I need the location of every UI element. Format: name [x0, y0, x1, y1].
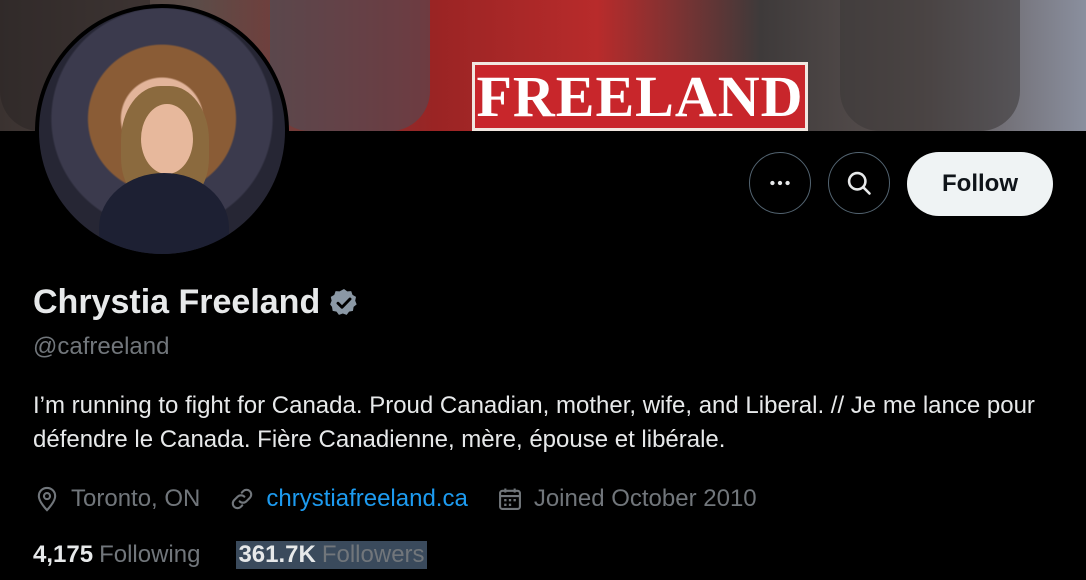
followers-count: 361.7K	[238, 541, 316, 568]
profile-meta: Toronto, ON chrystiafreeland.ca Joined O…	[33, 481, 785, 517]
calendar-icon	[498, 488, 521, 510]
website-item: chrystiafreeland.ca	[228, 485, 468, 513]
website-link[interactable]: chrystiafreeland.ca	[266, 485, 467, 513]
link-icon	[232, 488, 253, 510]
follow-stats: 4,175 Following 361.7K Followers	[33, 537, 463, 573]
avatar[interactable]	[35, 4, 289, 258]
following-link[interactable]: 4,175 Following	[33, 541, 200, 569]
location-pin-icon	[37, 486, 57, 512]
banner-crowd-mid	[270, 0, 430, 131]
avatar-body	[99, 173, 229, 254]
followers-label: Followers	[321, 541, 425, 568]
username-handle: @cafreeland	[33, 333, 170, 360]
name-row: Chrystia Freeland	[33, 283, 360, 322]
joined-text: Joined October 2010	[533, 485, 757, 512]
verified-badge-icon[interactable]	[328, 287, 360, 319]
follow-button[interactable]: Follow	[907, 152, 1053, 216]
following-count: 4,175	[33, 541, 94, 568]
more-icon	[770, 180, 790, 186]
joined-item: Joined October 2010	[496, 485, 757, 513]
avatar-face	[141, 104, 193, 174]
location-item: Toronto, ON	[33, 485, 200, 513]
search-icon	[847, 171, 871, 195]
profile-bio: I’m running to fight for Canada. Proud C…	[33, 392, 1035, 453]
display-name: Chrystia Freeland	[33, 283, 321, 321]
banner-sign: FREELAND	[472, 62, 808, 131]
more-button[interactable]	[749, 152, 811, 214]
banner-crowd-right	[840, 0, 1020, 131]
location-text: Toronto, ON	[71, 485, 201, 512]
followers-link[interactable]: 361.7K Followers	[236, 541, 427, 569]
following-label: Following	[99, 541, 201, 568]
search-button[interactable]	[828, 152, 890, 214]
